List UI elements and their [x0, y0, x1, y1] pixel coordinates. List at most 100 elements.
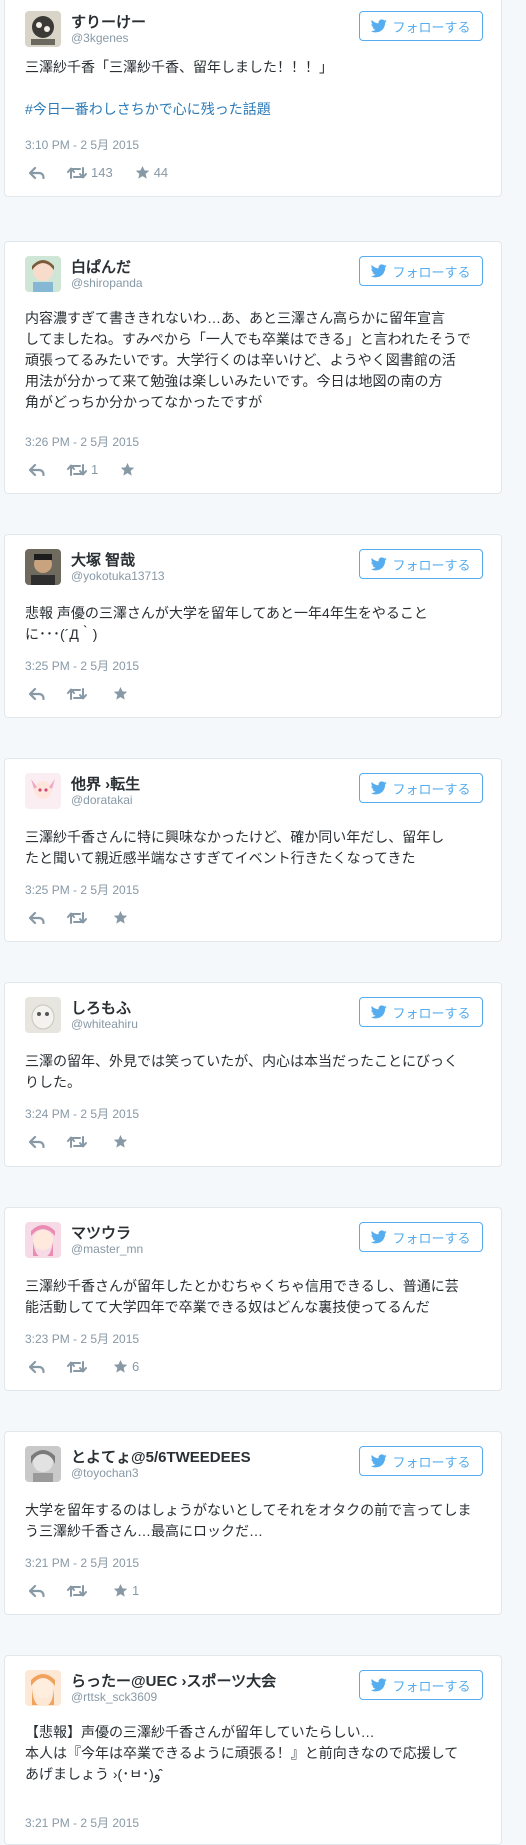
username[interactable]: @rttsk_sck3609 [71, 1690, 157, 1704]
retweet-button[interactable] [67, 911, 91, 925]
tweet-actions [29, 686, 154, 701]
tweet-actions: 1 [29, 1583, 161, 1598]
reply-icon [29, 166, 45, 179]
follow-label: フォローする [392, 1678, 471, 1694]
reply-button[interactable] [29, 463, 45, 477]
display-name[interactable]: すりーけー [71, 11, 146, 32]
avatar[interactable] [25, 1222, 61, 1258]
timestamp[interactable]: 3:25 PM - 2 5月 2015 [25, 657, 139, 674]
reply-button[interactable] [29, 166, 45, 180]
bird-icon [371, 19, 388, 33]
follow-button[interactable]: フォローする [359, 256, 483, 286]
tweet-card: 他界 ›転生 @doratakai フォローする 三澤紗千香さんに特に興味なかっ… [4, 758, 502, 942]
star-icon [113, 686, 128, 700]
avatar[interactable] [25, 1670, 61, 1706]
star-icon [113, 1359, 128, 1373]
avatar[interactable] [25, 11, 61, 47]
tweet-card: 大塚 智哉 @yokotuka13713 フォローする 悲報 声優の三澤さんが大… [4, 534, 502, 718]
bird-icon [371, 264, 388, 278]
tweet-text-line: たと聞いて親近感半端なさすぎてイベント行きたくなってきた [25, 850, 416, 866]
username[interactable]: @shiropanda [71, 276, 143, 290]
username[interactable]: @toyochan3 [71, 1466, 139, 1480]
follow-button[interactable]: フォローする [359, 1222, 483, 1252]
username[interactable]: @master_mn [71, 1242, 143, 1256]
avatar[interactable] [25, 773, 61, 809]
favorite-button[interactable] [113, 686, 132, 701]
timestamp[interactable]: 3:25 PM - 2 5月 2015 [25, 881, 139, 898]
avatar[interactable] [25, 997, 61, 1033]
tweet-text: 大学を留年するのはしょうがないとしてそれをオタクの前で言ってしま う三澤紗千香さ… [25, 1500, 483, 1542]
retweet-button[interactable] [67, 1135, 91, 1149]
tweet-text-line: 三澤紗千香さんに特に興味なかったけど、確か同い年だし、留年し [25, 829, 445, 845]
star-icon [120, 462, 135, 476]
display-name[interactable]: マツウラ [71, 1222, 131, 1243]
favorite-button[interactable] [120, 462, 139, 477]
hashtag-link[interactable]: #今日一番わしさちかで心に残った話題 [25, 99, 483, 120]
tweet-card: 白ぱんだ @shiropanda フォローする 内容濃すぎて書ききれないわ…あ、… [4, 241, 502, 494]
follow-label: フォローする [392, 557, 471, 573]
reply-icon [29, 463, 45, 476]
retweet-icon [67, 1584, 87, 1597]
tweet-text-line: 三澤紗千香さんが留年したとかむちゃくちゃ信用できるし、普通に芸 [25, 1278, 459, 1294]
favorite-button[interactable] [113, 910, 132, 925]
username[interactable]: @whiteahiru [71, 1017, 138, 1031]
username[interactable]: @doratakai [71, 793, 133, 807]
favorite-button[interactable] [113, 1134, 132, 1149]
display-name[interactable]: 白ぱんだ [71, 256, 131, 277]
tweet-card: マツウラ @master_mn フォローする 三澤紗千香さんが留年したとかむちゃ… [4, 1207, 502, 1391]
retweet-button[interactable]: 143 [67, 165, 113, 180]
reply-icon [29, 911, 45, 924]
retweet-button[interactable] [67, 1584, 91, 1598]
follow-button[interactable]: フォローする [359, 773, 483, 803]
tweet-card: すりーけー @3kgenes フォローする 三澤紗千香「三澤紗千香、留年しました… [4, 0, 502, 197]
timestamp[interactable]: 3:26 PM - 2 5月 2015 [25, 433, 139, 450]
follow-button[interactable]: フォローする [359, 997, 483, 1027]
retweet-button[interactable] [67, 1360, 91, 1374]
reply-button[interactable] [29, 1135, 45, 1149]
reply-button[interactable] [29, 1360, 45, 1374]
bird-icon [371, 1454, 388, 1468]
tweet-text-line: あげましょう ›(･ㅂ･)و ̑̑ [25, 1766, 165, 1782]
follow-button[interactable]: フォローする [359, 11, 483, 41]
display-name[interactable]: とよてょ@5/6TWEEDEES [71, 1446, 251, 1467]
tweet-actions [29, 910, 154, 925]
username[interactable]: @yokotuka13713 [71, 569, 165, 583]
timestamp[interactable]: 3:21 PM - 2 5月 2015 [25, 1814, 139, 1831]
timestamp[interactable]: 3:24 PM - 2 5月 2015 [25, 1105, 139, 1122]
display-name[interactable]: らったー@UEC ›スポーツ大会 [71, 1670, 276, 1691]
retweet-button[interactable] [67, 687, 91, 701]
reply-button[interactable] [29, 1584, 45, 1598]
retweet-count: 1 [91, 462, 99, 477]
star-icon [113, 1134, 128, 1148]
avatar[interactable] [25, 549, 61, 585]
retweet-icon [67, 463, 87, 476]
display-name[interactable]: しろもふ [71, 997, 131, 1018]
follow-label: フォローする [392, 19, 471, 35]
display-name[interactable]: 大塚 智哉 [71, 549, 135, 570]
username[interactable]: @3kgenes [71, 31, 129, 45]
follow-button[interactable]: フォローする [359, 1670, 483, 1700]
reply-button[interactable] [29, 687, 45, 701]
tweet-text-line: 頑張ってるみたいです。大学行くのは辛いけど、ようやく図書館の活 [25, 352, 456, 368]
reply-icon [29, 687, 45, 700]
favorite-button[interactable]: 44 [135, 165, 168, 180]
avatar[interactable] [25, 1446, 61, 1482]
follow-button[interactable]: フォローする [359, 549, 483, 579]
favorite-button[interactable]: 6 [113, 1359, 139, 1374]
favorite-button[interactable]: 1 [113, 1583, 139, 1598]
avatar[interactable] [25, 256, 61, 292]
reply-button[interactable] [29, 911, 45, 925]
display-name[interactable]: 他界 ›転生 [71, 773, 140, 794]
timestamp[interactable]: 3:23 PM - 2 5月 2015 [25, 1330, 139, 1347]
reply-icon [29, 1135, 45, 1148]
retweet-button[interactable]: 1 [67, 462, 98, 477]
tweet-text-line: りした。 [25, 1074, 81, 1090]
timestamp[interactable]: 3:10 PM - 2 5月 2015 [25, 136, 139, 153]
reply-icon [29, 1584, 45, 1597]
tweet-actions: 6 [29, 1359, 161, 1374]
tweet-text-line: 三澤の留年、外見では笑っていたが、内心は本当だったことにびっく [25, 1053, 459, 1069]
tweet-text-line: 内容濃すぎて書ききれないわ…あ、あと三澤さん高らかに留年宣言 [25, 310, 445, 326]
tweet-text: 悲報 声優の三澤さんが大学を留年してあと一年4年生をやること に･･･(´Д｀) [25, 603, 483, 645]
follow-button[interactable]: フォローする [359, 1446, 483, 1476]
timestamp[interactable]: 3:21 PM - 2 5月 2015 [25, 1554, 139, 1571]
